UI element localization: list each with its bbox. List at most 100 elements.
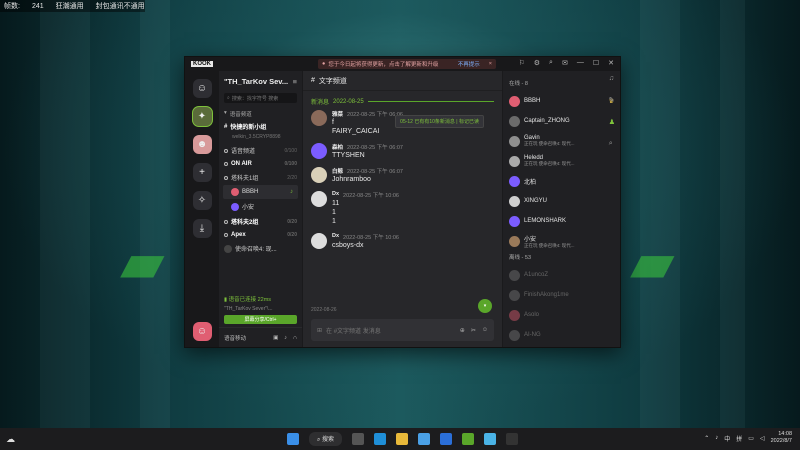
clock[interactable]: 14:08 2022/8/7 <box>771 431 792 445</box>
message-text: csboys-dx <box>332 242 364 249</box>
chevron-up-icon[interactable]: ⌃ <box>704 435 709 442</box>
ime-indicator[interactable]: 拼 <box>736 434 742 443</box>
avatar[interactable] <box>311 167 327 183</box>
message: Dx 2022-08-25 下午 10:06 csboys-dx <box>311 233 494 250</box>
channel-item[interactable]: 语音频道 0/100 <box>219 143 302 158</box>
category-name: 语音频道 <box>229 112 252 118</box>
message-input[interactable]: ⊞ 在 #文字频道 发消息 ⊕ ✂ ☺ <box>311 319 494 341</box>
message-list[interactable]: 新消息 2022-08-25 05-12 已有有10条新消息 | 标记已读 雅菜… <box>303 91 502 317</box>
online-member[interactable]: 小安 正在玩 使命召唤4: 现代... <box>509 231 614 251</box>
headphones-icon[interactable]: ∩ <box>293 335 297 341</box>
user-avatar[interactable]: ☺ <box>192 322 212 341</box>
bg-light-beam <box>40 0 90 428</box>
volume-icon[interactable]: ◁ <box>760 435 765 442</box>
message-author[interactable]: 森柏 <box>332 143 343 151</box>
mic-icon[interactable]: ♪ <box>715 435 718 441</box>
minimize-button[interactable]: — <box>577 59 584 67</box>
pin-icon[interactable]: ✎ <box>609 96 615 104</box>
notice-dismiss-link[interactable]: 不再提示 <box>458 60 480 68</box>
channel-item[interactable]: 塔科夫1组 2/20 <box>219 170 302 185</box>
members-icon[interactable]: ♟ <box>609 118 615 126</box>
flag-icon[interactable]: ⚐ <box>518 59 524 67</box>
channel-category[interactable]: ▾ 语音频道 <box>219 107 302 119</box>
avatar[interactable] <box>311 110 327 126</box>
voice-user[interactable]: 小安 <box>219 199 302 214</box>
close-button[interactable]: ✕ <box>608 59 614 67</box>
divider-line <box>367 101 494 102</box>
avatar[interactable] <box>311 143 327 159</box>
guild-header[interactable]: "TH_TarKov Sev... ≡ <box>219 71 302 91</box>
bg-light-beam <box>640 0 680 428</box>
message-author[interactable]: Dx <box>332 233 339 241</box>
maximize-button[interactable]: ☐ <box>593 59 599 67</box>
title-bar[interactable]: KOOK ● 您于今日起将获得更新，点击了解更新和升级 不再提示 × ⚐ ⚙ ⌕… <box>185 57 620 71</box>
emoji-icon[interactable]: ☺ <box>482 327 488 334</box>
guild-menu-icon[interactable]: ≡ <box>293 77 297 86</box>
download-icon[interactable]: ⤓ <box>192 219 212 238</box>
mic-icon[interactable]: ♪ <box>284 335 287 341</box>
server-icon-avatar[interactable]: ☻ <box>192 135 212 154</box>
online-member[interactable]: 北柏 <box>509 171 614 191</box>
channel-item[interactable]: ON AIR 0/100 <box>219 158 302 170</box>
weather-icon[interactable]: ☁ <box>6 434 15 445</box>
avatar[interactable] <box>311 191 327 207</box>
channel-item[interactable]: 塔科夫2组 0/20 <box>219 214 302 229</box>
voice-user[interactable]: BBBH ♪ <box>223 185 298 199</box>
channel-search-input[interactable]: ⌕ 搜索：找字符号 搜索 <box>224 93 297 103</box>
offline-member[interactable]: AI-NG <box>509 325 614 345</box>
task-view-icon[interactable] <box>352 433 365 445</box>
search-icon[interactable]: ⌕ <box>549 59 553 67</box>
lang-indicator[interactable]: 中 <box>724 434 730 443</box>
online-member[interactable]: Captain_ZHONG <box>509 111 614 131</box>
input-placeholder: 在 #文字频道 发消息 <box>326 328 381 335</box>
file-explorer-icon[interactable] <box>396 433 409 445</box>
add-server-icon[interactable]: + <box>192 163 212 182</box>
notice-text: 您于今日起将获得更新，点击了解更新和升级 <box>328 62 439 68</box>
server-icon-tarkov[interactable]: ✦ <box>192 107 212 126</box>
avatar <box>509 309 520 321</box>
screen-share-button[interactable]: 屏幕分享/Ctrl+ <box>224 315 297 324</box>
unread-tip[interactable]: 05-12 已有有10条新消息 | 标记已读 <box>395 115 484 128</box>
online-member[interactable]: BBBH ♛ <box>509 91 614 111</box>
message-author[interactable]: Dx <box>332 191 339 199</box>
kook-taskbar-icon[interactable] <box>506 433 519 445</box>
discover-icon[interactable]: ✧ <box>192 191 212 210</box>
scissors-icon[interactable]: ✂ <box>471 327 476 334</box>
add-icon[interactable]: ⊕ <box>460 327 465 334</box>
channel-item[interactable]: # 快捷的新小组 <box>219 119 302 134</box>
mail-icon[interactable]: ✉ <box>562 59 568 67</box>
online-member[interactable]: LEMONSHARK <box>509 211 614 231</box>
edge-icon[interactable] <box>374 433 387 445</box>
chat-panel: # 文字频道 新消息 2022-08-25 05-12 已有有10条新消息 | … <box>302 71 502 347</box>
offline-member[interactable]: A1uncoZ <box>509 265 614 285</box>
message-author[interactable]: 雅菜 <box>332 110 343 118</box>
mail-icon[interactable] <box>440 433 453 445</box>
jump-to-latest-button[interactable]: ▾ <box>478 299 492 313</box>
notice-close-button[interactable]: × <box>489 61 492 67</box>
avatar[interactable] <box>311 233 327 249</box>
warning-icon: ● <box>322 61 326 67</box>
attach-icon[interactable]: ⊞ <box>317 327 322 334</box>
mic-icon: ♪ <box>290 189 293 195</box>
offline-member[interactable]: FinishAkong1me <box>509 285 614 305</box>
kook-app-icon[interactable] <box>462 433 475 445</box>
store-icon[interactable] <box>418 433 431 445</box>
online-member[interactable]: XINGYU <box>509 191 614 211</box>
taskbar-search[interactable]: ⌕ 搜索 <box>309 432 343 446</box>
channel-item[interactable]: Apex 0/20 <box>219 229 302 241</box>
game-icon <box>224 244 232 253</box>
windows-start-icon[interactable] <box>287 433 299 445</box>
app-icon[interactable] <box>484 433 497 445</box>
screen-icon[interactable]: ▣ <box>273 335 278 341</box>
bell-icon[interactable]: ♫ <box>609 75 615 82</box>
offline-member[interactable]: Asolo <box>509 305 614 325</box>
voice-channel-icon <box>224 162 228 166</box>
member-activity: 正在玩 使命召唤4: 现代... <box>524 161 575 166</box>
online-member[interactable]: Heledd 正在玩 使命召唤4: 现代... <box>509 151 614 171</box>
settings-icon[interactable]: ⚙ <box>534 59 540 67</box>
chat-home-icon[interactable]: ☺ <box>192 79 212 98</box>
search-icon[interactable]: ⌕ <box>609 140 615 148</box>
message-author[interactable]: 白鲸 <box>332 167 343 175</box>
online-member[interactable]: Gavin 正在玩 使命召唤4: 现代... <box>509 131 614 151</box>
network-icon[interactable]: ▭ <box>748 435 754 442</box>
